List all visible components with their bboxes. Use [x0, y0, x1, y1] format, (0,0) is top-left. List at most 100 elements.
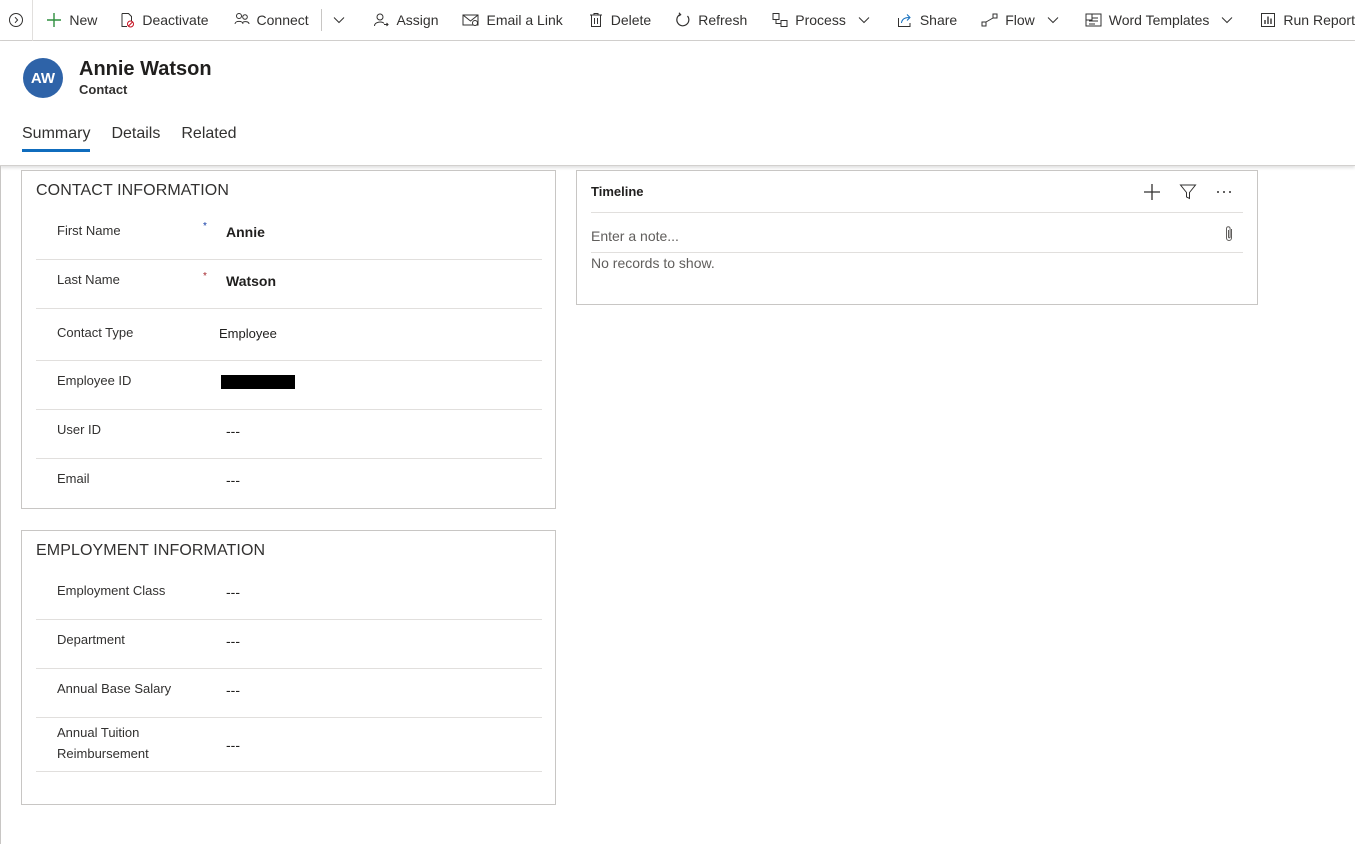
- timeline-actions: [1125, 183, 1233, 201]
- email-value[interactable]: ---: [226, 472, 240, 488]
- flow-icon: [981, 11, 999, 29]
- timeline-title: Timeline: [591, 184, 644, 199]
- redacted-employee-id[interactable]: [221, 375, 295, 389]
- flow-button[interactable]: Flow: [981, 0, 1059, 41]
- report-icon: [1259, 11, 1277, 29]
- new-button[interactable]: New: [45, 0, 97, 41]
- word-templates-label: Word Templates: [1108, 12, 1210, 28]
- share-icon: [896, 11, 914, 29]
- last-name-value[interactable]: Watson: [226, 273, 276, 289]
- field-label: User ID: [57, 422, 102, 437]
- first-name-value[interactable]: Annie: [226, 224, 265, 240]
- chevron-down-icon[interactable]: [858, 16, 870, 24]
- word-template-icon: [1085, 11, 1103, 29]
- field-user-id: User ID ---: [36, 410, 542, 459]
- field-email: Email ---: [36, 459, 542, 508]
- command-separator: [320, 9, 322, 31]
- more-options-icon[interactable]: [1215, 183, 1233, 201]
- deactivate-icon: [118, 11, 136, 29]
- chevron-down-icon[interactable]: [1221, 16, 1233, 24]
- field-label: Annual Base Salary: [57, 681, 172, 696]
- field-last-name: Last Name * Watson: [36, 260, 542, 309]
- field-department: Department ---: [36, 620, 542, 669]
- form-tabs: Summary Details Related: [22, 125, 258, 152]
- run-report-label: Run Report: [1283, 12, 1355, 28]
- tab-related[interactable]: Related: [181, 125, 236, 152]
- page-left-border: [0, 166, 1, 844]
- contact-information-section: CONTACT INFORMATION First Name * Annie L…: [21, 170, 556, 509]
- command-bar: New Deactivate Connect Assign Email a Li…: [0, 0, 1355, 41]
- word-templates-button[interactable]: Word Templates: [1085, 0, 1234, 41]
- filter-icon[interactable]: [1179, 183, 1197, 201]
- process-label: Process: [795, 12, 846, 28]
- field-label: Department: [57, 632, 125, 647]
- required-indicator: *: [203, 221, 207, 232]
- connect-label: Connect: [256, 12, 309, 28]
- deactivate-label: Deactivate: [142, 12, 209, 28]
- record-entity-type: Contact: [79, 82, 128, 97]
- plus-icon: [45, 11, 63, 29]
- employment-information-section: EMPLOYMENT INFORMATION Employment Class …: [21, 530, 556, 805]
- assign-user-icon: [372, 11, 390, 29]
- employment-class-value[interactable]: ---: [226, 584, 240, 600]
- section-title: CONTACT INFORMATION: [36, 182, 230, 199]
- email-link-label: Email a Link: [486, 12, 563, 28]
- process-button[interactable]: Process: [771, 0, 870, 41]
- field-label: Last Name: [57, 272, 120, 287]
- user-id-value[interactable]: ---: [226, 423, 240, 439]
- contact-type-value[interactable]: Employee: [219, 326, 277, 341]
- field-employment-class: Employment Class ---: [36, 570, 542, 620]
- note-input[interactable]: Enter a note...: [591, 228, 679, 244]
- field-annual-base-salary: Annual Base Salary ---: [36, 669, 542, 718]
- connect-button[interactable]: Connect: [233, 0, 309, 41]
- field-label: Contact Type: [57, 325, 134, 340]
- field-label: First Name: [57, 223, 121, 238]
- new-label: New: [69, 12, 98, 28]
- field-first-name: First Name * Annie: [36, 210, 542, 260]
- delete-button[interactable]: Delete: [587, 0, 651, 41]
- assign-label: Assign: [396, 12, 439, 28]
- field-label: Employment Class: [57, 583, 166, 598]
- share-label: Share: [919, 12, 958, 28]
- record-title: Annie Watson: [79, 58, 212, 80]
- add-icon[interactable]: [1143, 183, 1161, 201]
- required-indicator: *: [203, 271, 207, 282]
- process-icon: [771, 11, 789, 29]
- more-connect-button[interactable]: [329, 0, 345, 41]
- timeline-section: Timeline Enter a note... No records to s…: [576, 170, 1258, 305]
- record-header: AW Annie Watson Contact Summary Details …: [0, 41, 1355, 166]
- field-annual-tuition-reimbursement: Annual Tuition Reimbursement ---: [36, 718, 542, 772]
- flow-label: Flow: [1005, 12, 1035, 28]
- refresh-label: Refresh: [698, 12, 748, 28]
- refresh-icon: [674, 11, 692, 29]
- tab-details[interactable]: Details: [111, 125, 160, 152]
- run-report-button[interactable]: Run Report: [1259, 0, 1355, 41]
- share-button[interactable]: Share: [896, 0, 957, 41]
- deactivate-button[interactable]: Deactivate: [118, 0, 209, 41]
- delete-label: Delete: [610, 12, 652, 28]
- avatar: AW: [23, 58, 63, 98]
- paperclip-icon[interactable]: [1223, 225, 1235, 248]
- timeline-divider: [591, 252, 1243, 253]
- field-label: Annual Tuition Reimbursement: [57, 725, 149, 761]
- connect-icon: [233, 11, 251, 29]
- chevron-down-icon[interactable]: [1047, 16, 1059, 24]
- chevron-circle-icon: [9, 13, 24, 27]
- empty-state-text: No records to show.: [591, 255, 715, 271]
- field-contact-type: Contact Type Employee: [36, 309, 542, 361]
- email-link-icon: [462, 11, 480, 29]
- email-link-button[interactable]: Email a Link: [462, 0, 563, 41]
- field-label: Email: [57, 471, 90, 486]
- expand-nav-button[interactable]: [0, 0, 34, 41]
- tuition-reimbursement-value[interactable]: ---: [226, 737, 240, 753]
- annual-base-salary-value[interactable]: ---: [226, 682, 240, 698]
- section-title: EMPLOYMENT INFORMATION: [36, 542, 266, 559]
- chevron-down-icon: [333, 16, 345, 24]
- tab-summary[interactable]: Summary: [22, 125, 91, 152]
- department-value[interactable]: ---: [226, 633, 240, 649]
- assign-button[interactable]: Assign: [372, 0, 438, 41]
- field-label: Employee ID: [57, 373, 132, 388]
- field-employee-id: Employee ID: [36, 361, 542, 410]
- refresh-button[interactable]: Refresh: [674, 0, 747, 41]
- timeline-divider: [591, 212, 1243, 213]
